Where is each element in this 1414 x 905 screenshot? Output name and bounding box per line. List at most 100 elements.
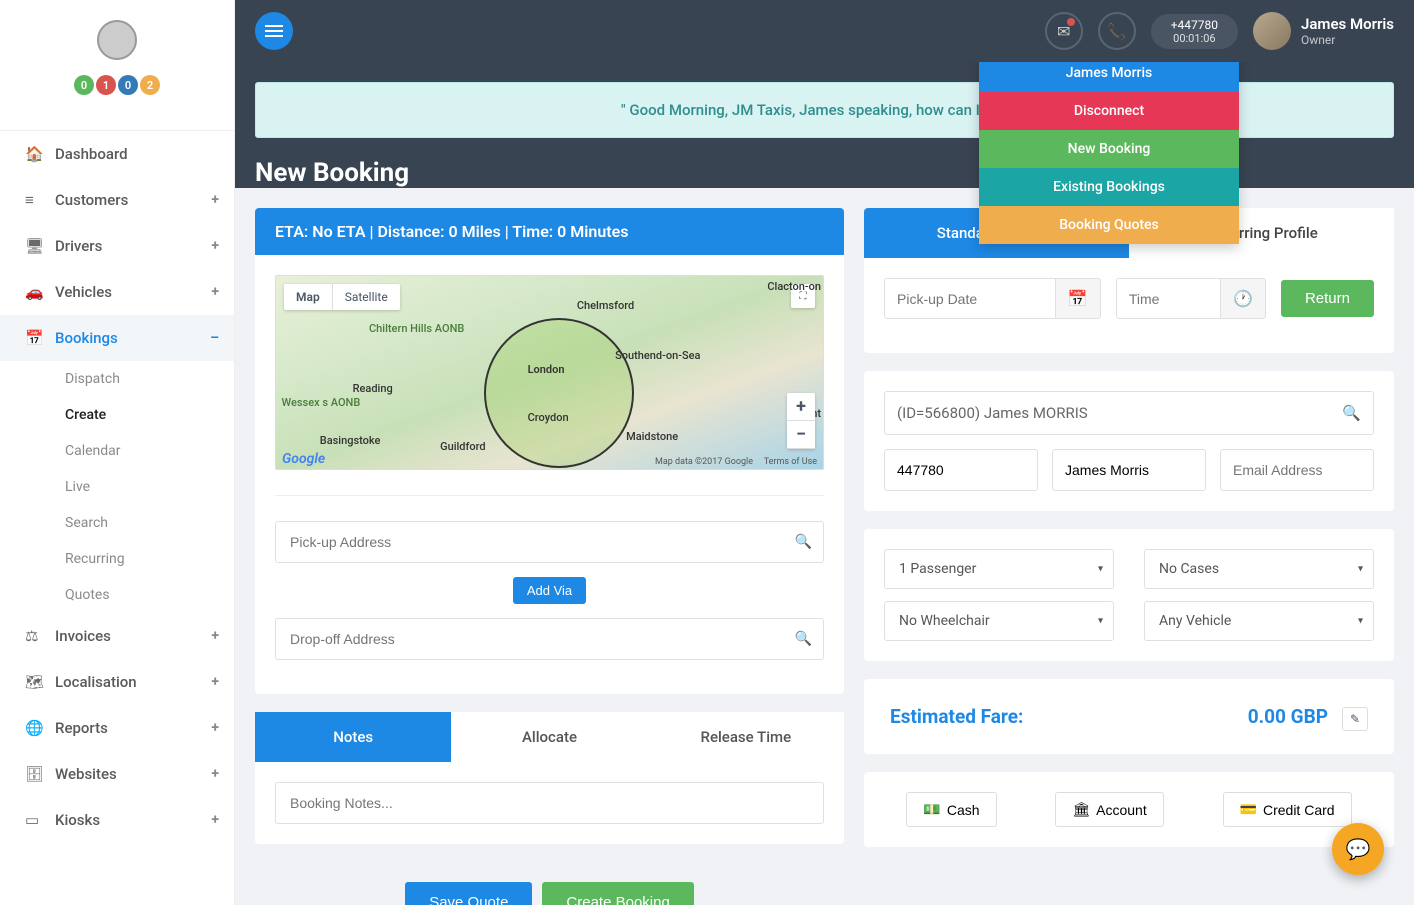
status-pill-blue[interactable]: 0 bbox=[118, 75, 138, 95]
dropoff-address-input[interactable] bbox=[275, 618, 824, 660]
search-icon: 🔍 bbox=[1342, 404, 1361, 422]
dropdown-booking-quotes[interactable]: Booking Quotes bbox=[979, 206, 1239, 244]
user-avatar bbox=[1253, 12, 1291, 50]
sub-quotes[interactable]: Quotes bbox=[0, 577, 234, 613]
call-button[interactable]: 📞 bbox=[1098, 12, 1136, 50]
phone-input[interactable] bbox=[884, 449, 1038, 491]
edit-fare-button[interactable]: ✎ bbox=[1342, 707, 1368, 731]
nav-vehicles[interactable]: 🚗Vehicles+ bbox=[0, 269, 234, 315]
expand-icon: + bbox=[211, 284, 219, 300]
create-booking-button[interactable]: Create Booking bbox=[542, 882, 693, 905]
cases-select[interactable]: No Cases bbox=[1144, 549, 1374, 589]
phone-icon: 📞 bbox=[1107, 22, 1127, 41]
chat-fab[interactable]: 💬 bbox=[1332, 823, 1384, 875]
pickup-address-input[interactable] bbox=[275, 521, 824, 563]
tab-notes[interactable]: Notes bbox=[255, 712, 451, 762]
wheelchair-select[interactable]: No Wheelchair bbox=[884, 601, 1114, 641]
logo bbox=[97, 20, 137, 60]
map-label-southend: Southend-on-Sea bbox=[615, 349, 700, 362]
dropdown-disconnect[interactable]: Disconnect bbox=[979, 92, 1239, 130]
money-icon: 💵 bbox=[923, 801, 940, 818]
collapse-icon: – bbox=[210, 330, 219, 346]
dropdown-caller-name: James Morris bbox=[979, 62, 1239, 92]
tablet-icon: ▭ bbox=[25, 811, 55, 829]
sub-calendar[interactable]: Calendar bbox=[0, 433, 234, 469]
map-label-chiltern: Chiltern Hills AONB bbox=[369, 322, 464, 335]
time-input[interactable] bbox=[1116, 278, 1220, 319]
nav-customers[interactable]: ≡Customers+ bbox=[0, 177, 234, 223]
dropdown-existing-bookings[interactable]: Existing Bookings bbox=[979, 168, 1239, 206]
email-input[interactable] bbox=[1220, 449, 1374, 491]
map-data-attrib: Map data ©2017 Google bbox=[655, 457, 753, 467]
expand-icon: + bbox=[211, 812, 219, 828]
nav-label: Reports bbox=[55, 719, 108, 737]
status-pill-red[interactable]: 1 bbox=[96, 75, 116, 95]
tab-release[interactable]: Release Time bbox=[648, 712, 844, 762]
call-phone-number: +447780 bbox=[1171, 18, 1218, 32]
map-type-satellite[interactable]: Satellite bbox=[333, 284, 400, 310]
map[interactable]: Map Satellite ⛶ London Croydon Chelmsfor… bbox=[275, 275, 824, 470]
search-icon: 🔍 bbox=[795, 631, 812, 647]
save-quote-button[interactable]: Save Quote bbox=[405, 882, 532, 905]
map-label-chelmsford: Chelmsford bbox=[577, 299, 634, 312]
notification-dot bbox=[1067, 18, 1075, 26]
sub-create[interactable]: Create bbox=[0, 397, 234, 433]
nav-dashboard[interactable]: 🏠Dashboard bbox=[0, 131, 234, 177]
map-type-map[interactable]: Map bbox=[284, 284, 333, 310]
map-label-clacton: Clacton-on bbox=[767, 280, 821, 293]
nav-label: Drivers bbox=[55, 237, 102, 255]
call-duration: 00:01:06 bbox=[1171, 32, 1218, 45]
sub-live[interactable]: Live bbox=[0, 469, 234, 505]
active-call-chip[interactable]: +447780 00:01:06 bbox=[1151, 14, 1238, 49]
add-via-button[interactable]: Add Via bbox=[513, 577, 586, 604]
nav-localisation[interactable]: 🗺Localisation+ bbox=[0, 659, 234, 705]
status-pill-orange[interactable]: 2 bbox=[140, 75, 160, 95]
payment-cash-button[interactable]: 💵Cash bbox=[906, 792, 996, 827]
nav-websites[interactable]: 🗄Websites+ bbox=[0, 751, 234, 797]
expand-icon: + bbox=[211, 674, 219, 690]
nav-drivers[interactable]: 🖥Drivers+ bbox=[0, 223, 234, 269]
calendar-icon[interactable]: 📅 bbox=[1055, 278, 1101, 319]
vehicle-select[interactable]: Any Vehicle bbox=[1144, 601, 1374, 641]
map-label-london: London bbox=[528, 363, 565, 376]
map-zoom-controls: + − bbox=[787, 393, 815, 449]
chart-icon: 🌐 bbox=[25, 719, 55, 737]
booking-notes-input[interactable] bbox=[275, 782, 824, 824]
payment-credit-button[interactable]: 💳Credit Card bbox=[1223, 792, 1352, 827]
sub-recurring[interactable]: Recurring bbox=[0, 541, 234, 577]
mail-button[interactable]: ✉ bbox=[1045, 12, 1083, 50]
user-role: Owner bbox=[1301, 33, 1394, 47]
name-input[interactable] bbox=[1052, 449, 1206, 491]
scale-icon: ⚖ bbox=[25, 627, 55, 645]
map-terms-link[interactable]: Terms of Use bbox=[764, 457, 817, 467]
return-button[interactable]: Return bbox=[1281, 280, 1374, 317]
status-pill-green[interactable]: 0 bbox=[74, 75, 94, 95]
nav-kiosks[interactable]: ▭Kiosks+ bbox=[0, 797, 234, 843]
map-zoom-out[interactable]: − bbox=[787, 421, 815, 449]
nav-label: Websites bbox=[55, 765, 117, 783]
sub-dispatch[interactable]: Dispatch bbox=[0, 361, 234, 397]
map-label-reading: Reading bbox=[353, 382, 393, 395]
payment-account-button[interactable]: 🏛Account bbox=[1055, 792, 1163, 827]
nav-label: Bookings bbox=[55, 329, 118, 347]
dropdown-new-booking[interactable]: New Booking bbox=[979, 130, 1239, 168]
nav-label: Invoices bbox=[55, 627, 111, 645]
passengers-select[interactable]: 1 Passenger bbox=[884, 549, 1114, 589]
nav-label: Localisation bbox=[55, 673, 137, 691]
notes-panel: Notes Allocate Release Time bbox=[255, 712, 844, 844]
menu-toggle-button[interactable] bbox=[255, 12, 293, 50]
customer-lookup[interactable]: (ID=566800) James MORRIS 🔍 bbox=[884, 391, 1374, 435]
nav-reports[interactable]: 🌐Reports + bbox=[0, 705, 234, 751]
expand-icon: + bbox=[211, 720, 219, 736]
user-menu[interactable]: James Morris Owner bbox=[1253, 12, 1394, 50]
map-zoom-in[interactable]: + bbox=[787, 393, 815, 421]
clock-icon[interactable]: 🕐 bbox=[1220, 278, 1266, 319]
pickup-date-input[interactable] bbox=[884, 278, 1055, 319]
expand-icon: + bbox=[211, 192, 219, 208]
car-icon: 🚗 bbox=[25, 283, 55, 301]
map-label-wessex: Wessex s AONB bbox=[281, 396, 360, 409]
sub-search[interactable]: Search bbox=[0, 505, 234, 541]
tab-allocate[interactable]: Allocate bbox=[451, 712, 647, 762]
nav-invoices[interactable]: ⚖Invoices+ bbox=[0, 613, 234, 659]
nav-bookings[interactable]: 📅Bookings– bbox=[0, 315, 234, 361]
